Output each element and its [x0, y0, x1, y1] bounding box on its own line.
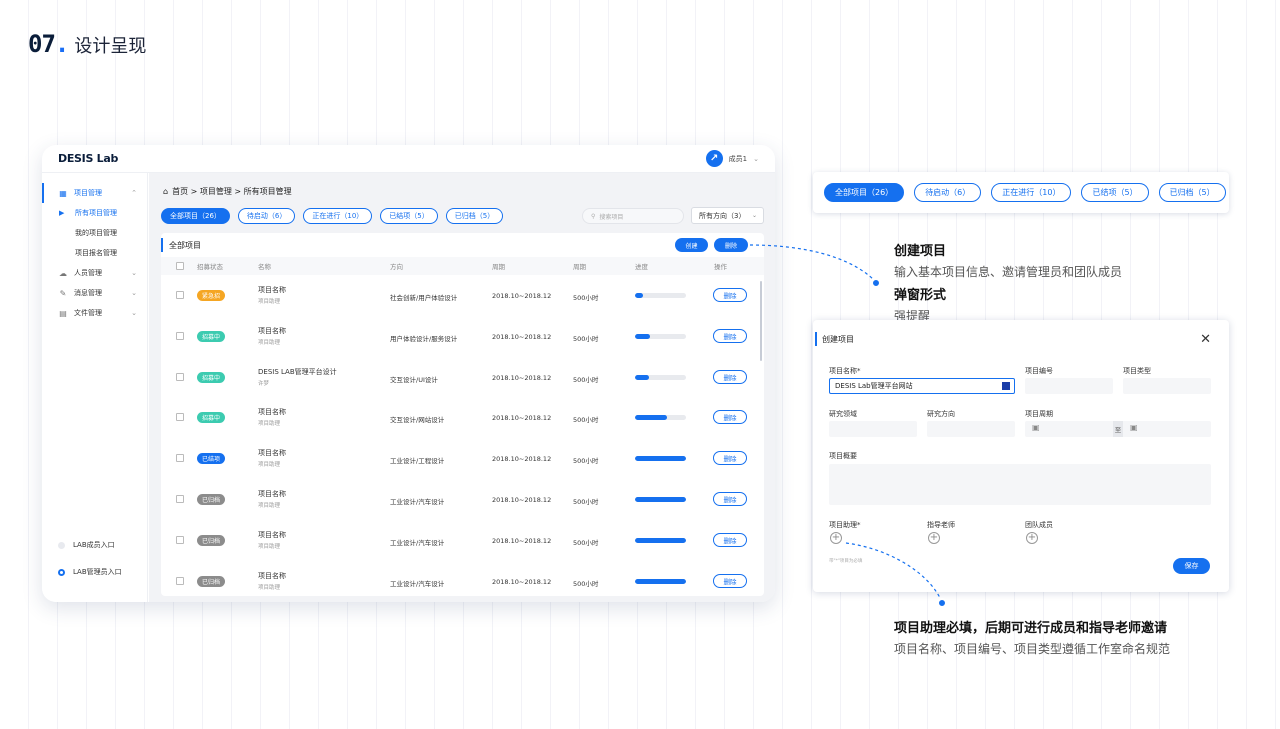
- connector-lines: [749, 244, 947, 608]
- connector-dot: [937, 598, 947, 608]
- connector-dot: [871, 278, 881, 288]
